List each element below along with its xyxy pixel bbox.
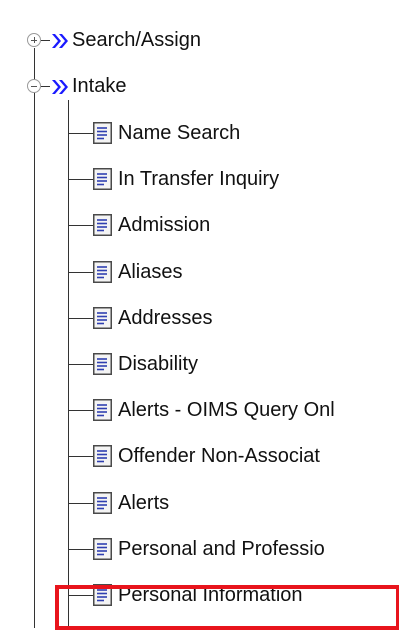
tree-item[interactable]: Offender Non-Associat bbox=[0, 441, 399, 471]
document-icon bbox=[93, 538, 112, 560]
tree-item-label: Alerts - OIMS Query Onl bbox=[118, 399, 335, 421]
tree-branch bbox=[69, 549, 93, 550]
tree-branch bbox=[69, 318, 93, 319]
tree-item-label: Name Search bbox=[118, 122, 241, 144]
tree-item-label: Aliases bbox=[118, 261, 183, 283]
folder-label: Intake bbox=[72, 75, 127, 97]
tree-item-label: In Transfer Inquiry bbox=[118, 168, 280, 190]
tree-item[interactable]: Alerts - OIMS Query Onl bbox=[0, 395, 399, 425]
document-icon bbox=[93, 261, 112, 283]
tree-item[interactable]: Disability bbox=[0, 349, 399, 379]
tree-item[interactable]: In Transfer Inquiry bbox=[0, 164, 399, 194]
tree-item-label: Admission bbox=[118, 214, 211, 236]
tree-branch bbox=[41, 86, 50, 87]
collapse-minus-icon[interactable] bbox=[27, 79, 41, 93]
tree-branch bbox=[69, 410, 93, 411]
tree-item-label: Disability bbox=[118, 353, 199, 375]
tree-item[interactable]: Name Search bbox=[0, 118, 399, 148]
blue-chevron-icon bbox=[52, 80, 68, 94]
tree-branch bbox=[69, 133, 93, 134]
highlight-box bbox=[55, 585, 399, 630]
tree-item-label: Alerts bbox=[118, 492, 170, 514]
document-icon bbox=[93, 399, 112, 421]
tree-branch bbox=[41, 40, 50, 41]
blue-chevron-icon bbox=[52, 34, 68, 48]
tree-branch bbox=[69, 364, 93, 365]
tree-branch bbox=[69, 272, 93, 273]
tree-branch bbox=[69, 225, 93, 226]
tree-folder-intake[interactable]: Intake bbox=[0, 72, 399, 102]
document-icon bbox=[93, 122, 112, 144]
document-icon bbox=[93, 353, 112, 375]
tree-item-label: Addresses bbox=[118, 307, 213, 329]
tree-branch bbox=[69, 456, 93, 457]
tree-folder-search-assign[interactable]: Search/Assign bbox=[0, 26, 399, 56]
navigation-tree: Search/Assign Intake Name Search In Trans… bbox=[0, 0, 399, 630]
folder-label: Search/Assign bbox=[72, 29, 201, 51]
document-icon bbox=[93, 445, 112, 467]
tree-branch bbox=[69, 179, 93, 180]
tree-item-label: Personal and Professio bbox=[118, 538, 325, 560]
tree-item[interactable]: Addresses bbox=[0, 303, 399, 333]
document-icon bbox=[93, 307, 112, 329]
tree-item[interactable]: Admission bbox=[0, 210, 399, 240]
document-icon bbox=[93, 492, 112, 514]
expand-plus-icon[interactable] bbox=[27, 33, 41, 47]
tree-item[interactable]: Alerts bbox=[0, 488, 399, 518]
tree-item[interactable]: Aliases bbox=[0, 257, 399, 287]
document-icon bbox=[93, 214, 112, 236]
document-icon bbox=[93, 168, 112, 190]
tree-item-label: Offender Non-Associat bbox=[118, 445, 320, 467]
tree-branch bbox=[69, 503, 93, 504]
tree-item[interactable]: Personal and Professio bbox=[0, 534, 399, 564]
